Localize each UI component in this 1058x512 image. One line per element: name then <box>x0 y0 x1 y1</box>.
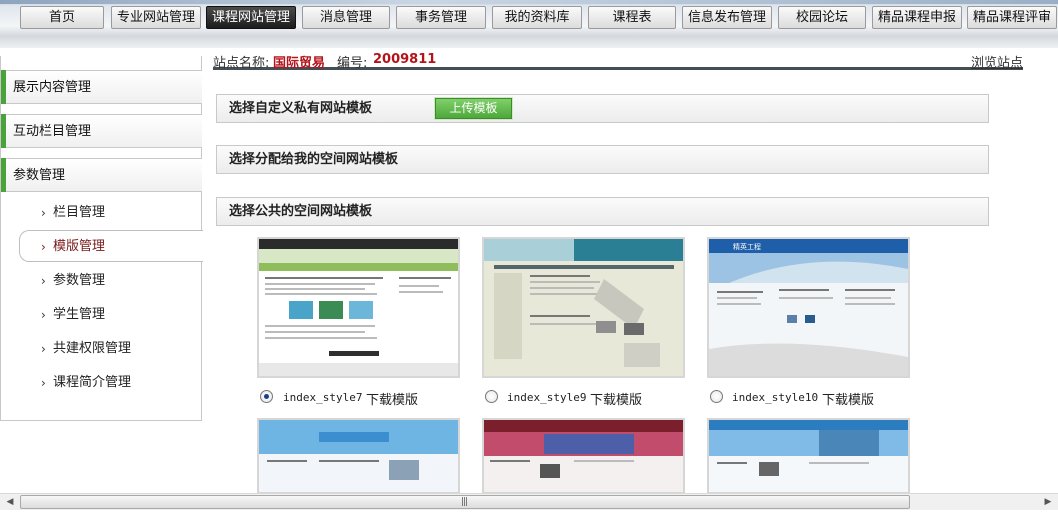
chevron-right-icon: › <box>41 274 46 288</box>
download-template-style7[interactable]: 下载模版 <box>366 389 418 408</box>
template-preview-image <box>259 420 458 492</box>
scrollbar-thumb[interactable]: ||| <box>20 495 910 509</box>
template-thumbnail-row2-1[interactable] <box>257 418 460 494</box>
template-name-style9: index_style9 <box>507 391 587 404</box>
sidebar-item-columns[interactable]: › 栏目管理 <box>1 197 202 229</box>
header-gloss <box>0 0 1058 4</box>
panel-title: 选择自定义私有网站模板 <box>229 101 373 116</box>
nav-affairs[interactable]: 事务管理 <box>396 6 486 29</box>
chevron-right-icon: › <box>41 206 46 220</box>
nav-messages[interactable]: 消息管理 <box>302 6 390 29</box>
scrollbar-grip-icon: ||| <box>461 497 468 507</box>
nav-forum[interactable]: 校园论坛 <box>778 6 866 29</box>
sidebar-item-students[interactable]: › 学生管理 <box>1 299 202 331</box>
site-name-value: 国际贸易 <box>273 56 326 71</box>
template-radio-style7[interactable] <box>260 390 273 403</box>
nav-my-library[interactable]: 我的资料库 <box>492 6 582 29</box>
panel-title: 选择分配给我的空间网站模板 <box>229 152 399 167</box>
upload-template-button[interactable]: 上传模板 <box>435 98 512 119</box>
panel-custom-templates[interactable]: 选择自定义私有网站模板 <box>216 94 989 123</box>
download-template-style10[interactable]: 下载模版 <box>822 389 874 408</box>
chevron-right-icon: › <box>41 342 46 356</box>
sidebar-section-display[interactable]: 展示内容管理 <box>1 70 202 104</box>
nav-course-site[interactable]: 课程网站管理 <box>206 6 296 29</box>
chevron-right-icon: › <box>41 376 46 390</box>
nav-home[interactable]: 首页 <box>20 6 104 29</box>
template-name-style10: index_style10 <box>732 391 819 404</box>
sidebar-item-label: 课程简介管理 <box>53 375 132 390</box>
template-thumbnail-row2-2[interactable] <box>482 418 685 494</box>
nav-major-site[interactable]: 专业网站管理 <box>111 6 201 29</box>
template-thumbnail-style10[interactable]: 精英工程 <box>707 237 910 378</box>
sidebar-item-label: 栏目管理 <box>53 205 106 220</box>
sidebar-item-course-intro[interactable]: › 课程简介管理 <box>1 367 202 399</box>
template-preview-image <box>484 239 683 376</box>
chevron-right-icon: › <box>41 240 46 254</box>
panel-assigned-templates[interactable]: 选择分配给我的空间网站模板 <box>216 145 989 174</box>
sidebar-item-label: 模版管理 <box>53 239 106 254</box>
nav-info-publish[interactable]: 信息发布管理 <box>682 6 772 29</box>
scroll-left-arrow-icon[interactable]: ◀ <box>2 495 18 510</box>
template-preview-image <box>484 420 683 492</box>
template-name-style7: index_style7 <box>283 391 363 404</box>
sidebar-section-interactive[interactable]: 互动栏目管理 <box>1 114 202 148</box>
nav-course-apply[interactable]: 精品课程申报 <box>872 6 962 29</box>
template-thumbnail-style7[interactable] <box>257 237 460 378</box>
chevron-right-icon: › <box>41 308 46 322</box>
nav-timetable[interactable]: 课程表 <box>588 6 676 29</box>
sidebar: 展示内容管理 互动栏目管理 参数管理 › 栏目管理 › 模版管理 › 参数管理 … <box>0 56 203 421</box>
horizontal-scrollbar[interactable]: ◀ ||| ▶ <box>0 493 1058 510</box>
sidebar-item-label: 参数管理 <box>53 273 106 288</box>
template-thumbnail-row2-3[interactable] <box>707 418 910 494</box>
template-preview-image: 精英工程 <box>709 239 908 376</box>
site-info-bar: 站点名称: 国际贸易 编号: 2009811 浏览站点 <box>213 48 1023 71</box>
sidebar-item-params[interactable]: › 参数管理 <box>1 265 202 297</box>
sidebar-item-permissions[interactable]: › 共建权限管理 <box>1 333 202 365</box>
template-preview-image <box>709 420 908 492</box>
template-preview-image <box>259 239 458 376</box>
top-navigation-bar: 首页 专业网站管理 课程网站管理 消息管理 事务管理 我的资料库 课程表 信息发… <box>0 0 1058 48</box>
site-name-label: 站点名称: <box>213 56 270 71</box>
template-thumbnail-style9[interactable] <box>482 237 685 378</box>
panel-public-templates[interactable]: 选择公共的空间网站模板 <box>216 197 989 226</box>
sidebar-item-label: 共建权限管理 <box>53 341 132 356</box>
site-id-value: 2009811 <box>373 52 437 67</box>
sidebar-section-params[interactable]: 参数管理 <box>1 158 202 192</box>
panel-title: 选择公共的空间网站模板 <box>229 204 373 219</box>
browse-site-link[interactable]: 浏览站点 <box>971 52 1023 71</box>
download-template-style9[interactable]: 下载模版 <box>590 389 642 408</box>
template-preview-title: 精英工程 <box>733 242 761 251</box>
scroll-right-arrow-icon[interactable]: ▶ <box>1040 495 1056 510</box>
site-id-label: 编号: <box>337 56 368 71</box>
sidebar-item-templates[interactable]: › 模版管理 <box>19 230 203 262</box>
sidebar-item-label: 学生管理 <box>53 307 106 322</box>
template-radio-style10[interactable] <box>710 390 723 403</box>
template-radio-style9[interactable] <box>485 390 498 403</box>
nav-course-review[interactable]: 精品课程评审 <box>967 6 1057 29</box>
